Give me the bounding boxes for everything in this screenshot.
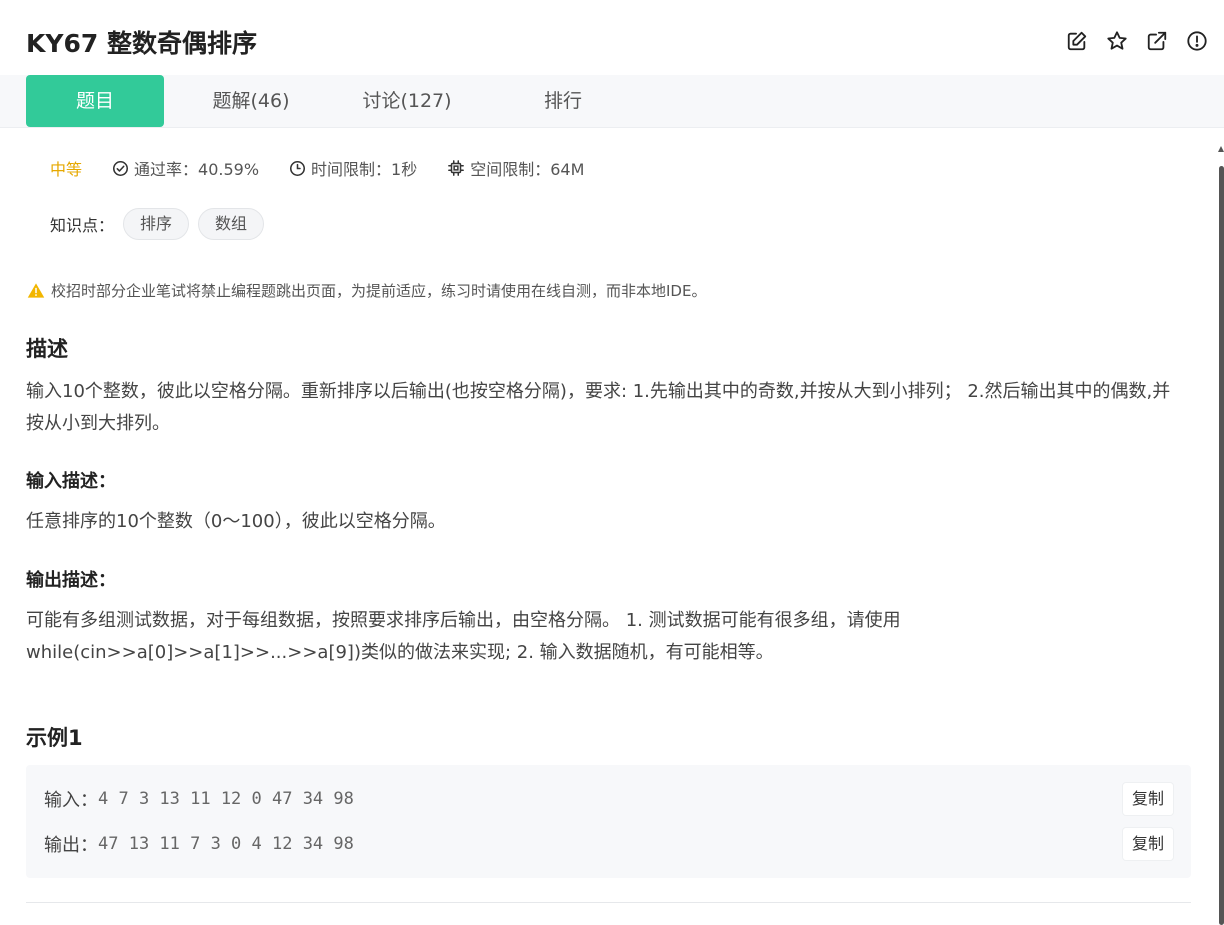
- copy-output-button[interactable]: 复制: [1122, 828, 1173, 860]
- time-limit-text: 时间限制：1秒: [311, 160, 418, 179]
- example-output-row: 输出： 47 13 11 7 3 0 4 12 34 98: [44, 831, 354, 857]
- problem-header: KY67 整数奇偶排序: [0, 0, 1224, 75]
- example-heading: 示例1: [26, 726, 83, 750]
- knowledge-points: 知识点： 排序 数组: [50, 208, 265, 240]
- example-input-row: 输入： 4 7 3 13 11 12 0 47 34 98: [44, 786, 354, 812]
- example-input-label: 输入：: [44, 790, 98, 811]
- star-icon[interactable]: [1106, 30, 1128, 52]
- pass-rate-text: 通过率：40.59%: [134, 160, 260, 179]
- example-input-value: 4 7 3 13 11 12 0 47 34 98: [98, 789, 354, 809]
- space-limit-text: 空间限制：64M: [470, 160, 585, 179]
- chip-icon: [448, 160, 465, 176]
- difficulty-badge: 中等: [50, 160, 83, 179]
- description-text: 输入10个整数，彼此以空格分隔。重新排序以后输出(也按空格分隔)，要求: 1.先…: [26, 381, 1171, 434]
- scrollbar-thumb[interactable]: [1219, 166, 1224, 925]
- scroll-up-arrow[interactable]: [1218, 146, 1224, 152]
- clock-icon: [290, 160, 306, 176]
- problem-meta: 中等 通过率：40.59% 时间限制：1秒 空间限制：64M: [50, 156, 614, 180]
- tab-problem[interactable]: 题目: [26, 75, 164, 127]
- tag-array[interactable]: 数组: [198, 208, 265, 240]
- exam-notice: 校招时部分企业笔试将禁止编程题跳出页面，为提前适应，练习时请使用在线自测，而非本…: [27, 280, 706, 301]
- pass-rate: 通过率：40.59%: [112, 156, 259, 180]
- output-desc-heading: 输出描述：: [26, 570, 116, 591]
- time-limit: 时间限制：1秒: [289, 156, 417, 180]
- example-output-value: 47 13 11 7 3 0 4 12 34 98: [98, 834, 354, 854]
- report-icon[interactable]: [1186, 30, 1208, 52]
- notice-text: 校招时部分企业笔试将禁止编程题跳出页面，为提前适应，练习时请使用在线自测，而非本…: [51, 282, 707, 300]
- space-limit: 空间限制：64M: [447, 156, 584, 180]
- input-desc-text: 任意排序的10个整数（0～100），彼此以空格分隔。: [26, 511, 446, 532]
- tab-bar: 题目 题解(46) 讨论(127) 排行: [0, 75, 1224, 128]
- tab-solutions[interactable]: 题解(46): [182, 75, 320, 127]
- tab-ranking[interactable]: 排行: [494, 75, 632, 127]
- description-heading: 描述: [26, 337, 68, 361]
- external-link-icon[interactable]: [1146, 30, 1168, 52]
- section-divider: [26, 902, 1191, 903]
- tab-discussion[interactable]: 讨论(127): [338, 75, 476, 127]
- copy-input-button[interactable]: 复制: [1122, 783, 1173, 815]
- example-box: 输入： 4 7 3 13 11 12 0 47 34 98 复制 输出： 47 …: [26, 765, 1191, 878]
- warning-icon: [27, 283, 45, 298]
- page-title: KY67 整数奇偶排序: [26, 29, 257, 58]
- example-output-label: 输出：: [44, 835, 98, 856]
- check-circle-icon: [113, 160, 129, 176]
- output-desc-text: 可能有多组测试数据，对于每组数据，按照要求排序后输出，由空格分隔。 1. 测试数…: [26, 610, 901, 663]
- header-actions: [1066, 30, 1208, 52]
- knowledge-label: 知识点：: [50, 216, 115, 235]
- input-desc-heading: 输入描述：: [26, 471, 116, 492]
- edit-icon[interactable]: [1066, 30, 1088, 52]
- tag-sorting[interactable]: 排序: [123, 208, 190, 240]
